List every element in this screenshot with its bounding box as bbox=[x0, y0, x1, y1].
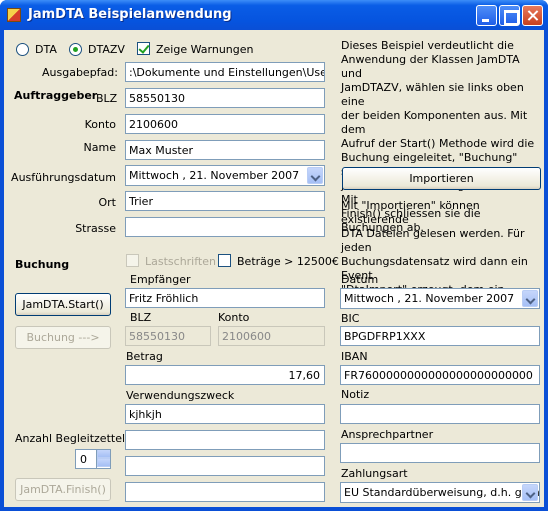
ansprechpartner-field[interactable] bbox=[340, 443, 540, 463]
warnings-checkbox-label[interactable]: Zeige Warnungen bbox=[156, 43, 254, 56]
window-title: JamDTA Beispielanwendung bbox=[28, 7, 232, 22]
zahlungsart-value: EU Standardüberweisung, d.h. grenz bbox=[344, 486, 540, 499]
begleitzettel-value: 0 bbox=[80, 453, 87, 466]
verwendungszweck-field-3[interactable] bbox=[125, 456, 325, 476]
notiz-label: Notiz bbox=[341, 388, 370, 401]
warnings-checkbox[interactable] bbox=[137, 42, 150, 55]
minimize-icon[interactable] bbox=[476, 5, 497, 26]
dtazv-radio-label[interactable]: DTAZV bbox=[88, 43, 125, 56]
buchung-konto-field: 2100600 bbox=[218, 326, 325, 346]
lastschriften-checkbox[interactable] bbox=[126, 254, 139, 267]
blz-label: BLZ bbox=[96, 92, 118, 105]
zahlungsart-select[interactable]: EU Standardüberweisung, d.h. grenz bbox=[340, 482, 540, 503]
ort-label: Ort bbox=[98, 196, 117, 209]
strasse-label: Strasse bbox=[75, 222, 116, 235]
close-icon[interactable] bbox=[522, 5, 543, 26]
buchung-blz-label: BLZ bbox=[130, 311, 152, 324]
output-path-label: Ausgabepfad: bbox=[42, 66, 118, 79]
spinner-down-icon[interactable] bbox=[97, 458, 110, 467]
execution-date-value: Mittwoch , 21. November 2007 bbox=[129, 169, 300, 182]
betrag-field[interactable]: 17,60 bbox=[125, 365, 325, 385]
dtazv-radio[interactable] bbox=[69, 43, 82, 56]
lastschriften-label: Lastschriften bbox=[145, 255, 216, 268]
begleitzettel-label: Anzahl Begleitzettel bbox=[15, 432, 126, 445]
app-window: JamDTA Beispielanwendung DTA DTAZV Zeige… bbox=[0, 0, 548, 511]
buchung-blz-field: 58550130 bbox=[125, 326, 211, 346]
datum-picker[interactable]: Mittwoch , 21. November 2007 bbox=[340, 288, 540, 309]
dta-radio[interactable] bbox=[16, 43, 29, 56]
buchung-button[interactable]: Buchung ---> bbox=[15, 326, 111, 349]
strasse-field[interactable] bbox=[125, 217, 325, 237]
buchung-heading: Buchung bbox=[15, 258, 70, 271]
jamdta-start-button[interactable]: JamDTA.Start() bbox=[15, 293, 111, 316]
verwendungszweck-label: Verwendungszweck bbox=[126, 389, 235, 402]
output-path-field[interactable]: :\Dokumente und Einstellungen\User bbox=[125, 62, 325, 82]
chevron-down-icon[interactable] bbox=[307, 167, 323, 184]
verwendungszweck-field-2[interactable] bbox=[125, 430, 325, 450]
buchung-konto-label: Konto bbox=[218, 311, 250, 324]
ansprechpartner-label: Ansprechpartner bbox=[341, 428, 434, 441]
jamdta-finish-button[interactable]: JamDTA.Finish() bbox=[15, 478, 111, 501]
zahlungsart-label: Zahlungsart bbox=[341, 467, 408, 480]
ort-field[interactable]: Trier bbox=[125, 191, 325, 211]
auftraggeber-heading: Auftraggeber bbox=[14, 89, 98, 102]
blz-field[interactable]: 58550130 bbox=[125, 88, 325, 108]
notiz-field[interactable] bbox=[340, 404, 540, 424]
chevron-down-icon[interactable] bbox=[522, 290, 538, 307]
execution-date-label: Ausführungsdatum bbox=[11, 171, 116, 184]
import-button[interactable]: Importieren bbox=[342, 167, 541, 190]
maximize-icon[interactable] bbox=[499, 5, 520, 26]
betraege-checkbox[interactable] bbox=[218, 254, 231, 267]
spinner-arrows[interactable] bbox=[96, 450, 110, 468]
verwendungszweck-field-1[interactable]: kjhkjh bbox=[125, 404, 325, 424]
spinner-up-icon[interactable] bbox=[97, 450, 110, 458]
dta-radio-label[interactable]: DTA bbox=[35, 43, 57, 56]
verwendungszweck-field-4[interactable] bbox=[125, 482, 325, 502]
konto-field[interactable]: 2100600 bbox=[125, 114, 325, 134]
client-area: DTA DTAZV Zeige Warnungen Ausgabepfad: :… bbox=[4, 30, 544, 507]
bic-label: BIC bbox=[341, 312, 360, 325]
betraege-label[interactable]: Beträge > 12500€ bbox=[237, 255, 339, 268]
empfaenger-label: Empfänger bbox=[130, 273, 191, 286]
app-icon bbox=[7, 8, 21, 22]
konto-label: Konto bbox=[84, 118, 116, 131]
title-bar[interactable]: JamDTA Beispielanwendung bbox=[0, 0, 548, 30]
iban-field[interactable]: FR7600000000000000000000000 bbox=[340, 365, 540, 385]
iban-label: IBAN bbox=[341, 350, 368, 363]
execution-date-picker[interactable]: Mittwoch , 21. November 2007 bbox=[125, 165, 325, 186]
datum-label: Datum bbox=[341, 273, 379, 286]
betrag-label: Betrag bbox=[126, 350, 163, 363]
name-field[interactable]: Max Muster bbox=[125, 140, 325, 160]
begleitzettel-spinner[interactable]: 0 bbox=[75, 449, 111, 469]
empfaenger-field[interactable]: Fritz Fröhlich bbox=[125, 288, 325, 308]
bic-field[interactable]: BPGDFRP1XXX bbox=[340, 326, 540, 346]
datum-value: Mittwoch , 21. November 2007 bbox=[344, 292, 515, 305]
name-label: Name bbox=[83, 141, 116, 154]
chevron-down-icon[interactable] bbox=[522, 484, 538, 501]
